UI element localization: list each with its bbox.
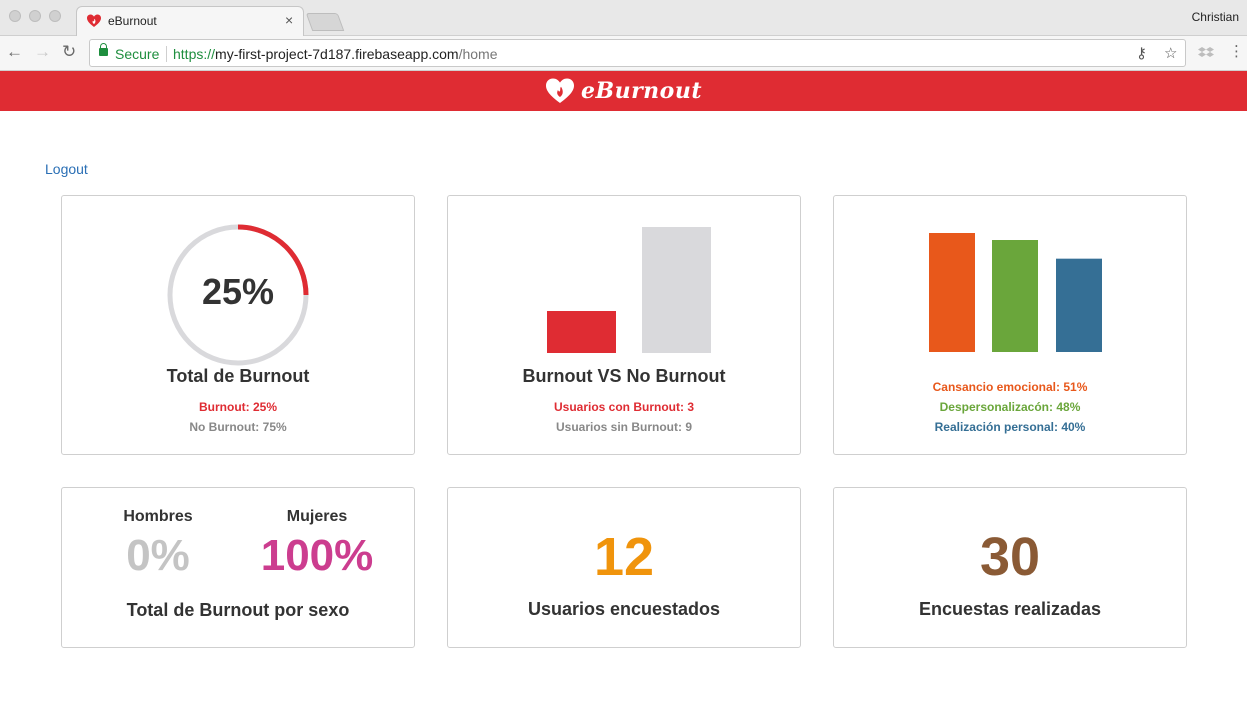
card-title: Burnout VS No Burnout xyxy=(522,366,726,386)
heart-favicon-icon xyxy=(87,14,101,27)
men-value: 0% xyxy=(126,531,190,580)
new-tab-button[interactable] xyxy=(305,13,345,31)
bar-emotional-exhaustion xyxy=(929,233,975,352)
emotional-exhaustion-stat: Cansancio emocional: 51% xyxy=(932,380,1088,394)
url-scheme: https:// xyxy=(173,46,216,62)
bar-with-burnout xyxy=(547,311,616,353)
app-header: eBurnout xyxy=(0,71,1247,111)
url-text[interactable]: https://my-first-project-7d187.firebasea… xyxy=(173,46,498,62)
no-burnout-stat: No Burnout: 75% xyxy=(189,420,287,434)
window-minimize-button[interactable] xyxy=(29,10,41,22)
brand-logo[interactable]: eBurnout xyxy=(545,76,702,106)
tab-title: eBurnout xyxy=(108,14,157,28)
card-title: Total de Burnout xyxy=(166,366,310,386)
card-title: Usuarios encuestados xyxy=(527,599,721,619)
browser-tab[interactable]: eBurnout × xyxy=(76,6,304,36)
browser-toolbar: ← → ↻ Secure https://my-first-project-7d… xyxy=(0,36,1247,71)
depersonalization-stat: Despersonalizacón: 48% xyxy=(939,400,1081,414)
dropbox-extension-icon[interactable] xyxy=(1198,46,1214,60)
back-icon[interactable]: ← xyxy=(6,42,23,62)
key-icon[interactable]: ⚷ xyxy=(1136,44,1147,62)
card-dimensions: Cansancio emocional: 51% Despersonalizac… xyxy=(833,195,1187,455)
card-burnout-by-sex: Hombres 0% Mujeres 100% Total de Burnout… xyxy=(61,487,415,648)
browser-tab-bar: eBurnout × Christian xyxy=(0,0,1247,36)
window-close-button[interactable] xyxy=(9,10,21,22)
logout-link[interactable]: Logout xyxy=(45,161,88,177)
users-with-burnout-stat: Usuarios con Burnout: 3 xyxy=(553,400,694,414)
bar-depersonalization xyxy=(992,240,1038,352)
forward-icon[interactable]: → xyxy=(34,42,51,62)
surveys-count: 30 xyxy=(979,527,1041,587)
users-without-burnout-stat: Usuarios sin Burnout: 9 xyxy=(555,420,692,434)
personal-accomplishment-stat: Realización personal: 40% xyxy=(934,420,1086,434)
address-separator xyxy=(166,46,167,62)
address-bar[interactable]: Secure https://my-first-project-7d187.fi… xyxy=(89,39,1186,67)
profile-name[interactable]: Christian xyxy=(1192,10,1239,24)
secure-label: Secure xyxy=(115,46,160,62)
burnout-stat: Burnout: 25% xyxy=(199,400,277,414)
tab-close-icon[interactable]: × xyxy=(285,12,293,28)
reload-icon[interactable]: ↻ xyxy=(62,42,76,62)
url-host: my-first-project-7d187.firebaseapp.com xyxy=(215,46,459,62)
women-value: 100% xyxy=(260,531,374,580)
brand-name: eBurnout xyxy=(581,78,703,104)
url-path: /home xyxy=(458,46,498,62)
bar-personal-accomplishment xyxy=(1056,258,1102,352)
card-surveyed-users: 12 Usuarios encuestados xyxy=(447,487,801,648)
lock-icon xyxy=(99,43,108,56)
surveyed-users-count: 12 xyxy=(593,527,655,587)
heart-logo-icon xyxy=(546,78,574,103)
men-label: Hombres xyxy=(123,508,193,525)
card-title: Encuestas realizadas xyxy=(918,599,1102,619)
card-burnout-vs: Burnout VS No Burnout Usuarios con Burno… xyxy=(447,195,801,455)
bar-without-burnout xyxy=(642,227,711,353)
browser-menu-icon[interactable]: ⋮ xyxy=(1229,42,1244,60)
card-title: Total de Burnout por sexo xyxy=(126,600,350,620)
window-maximize-button[interactable] xyxy=(49,10,61,22)
women-label: Mujeres xyxy=(286,508,348,525)
card-surveys-done: 30 Encuestas realizadas xyxy=(833,487,1187,648)
dimensions-bar-chart xyxy=(929,233,1102,352)
star-icon[interactable]: ☆ xyxy=(1164,44,1177,62)
vs-bar-chart xyxy=(547,227,711,353)
donut-percent: 25% xyxy=(201,271,275,312)
card-total-burnout: 25% Total de Burnout Burnout: 25% No Bur… xyxy=(61,195,415,455)
